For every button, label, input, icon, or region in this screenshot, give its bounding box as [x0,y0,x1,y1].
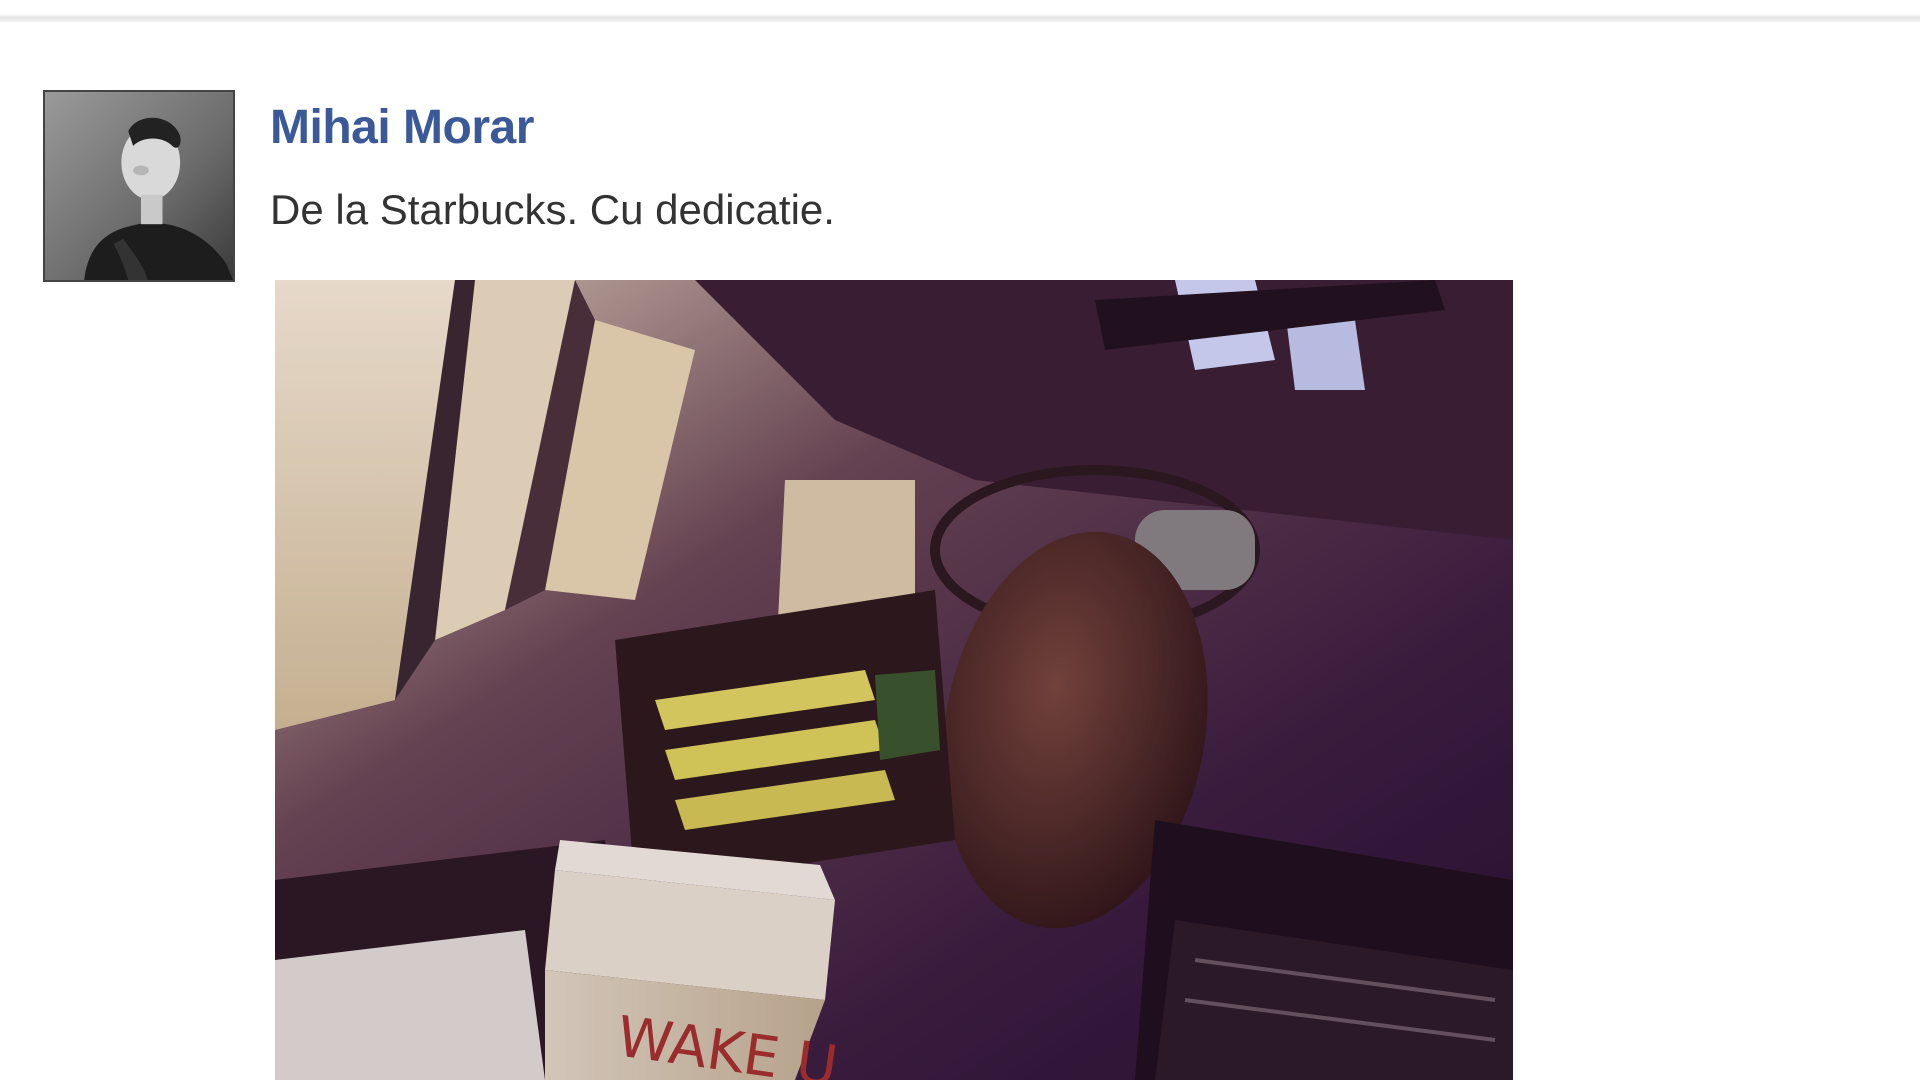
studio-microphone-coffee-photo-icon: WAKE U [275,280,1513,1080]
post-photo[interactable]: WAKE U [275,280,1513,1080]
feed-post: Mihai Morar De la Starbucks. Cu dedicati… [0,0,1920,1080]
author-name-link[interactable]: Mihai Morar [270,100,534,155]
post-message: De la Starbucks. Cu dedicatie. [270,186,835,233]
profile-photo-icon [45,92,233,280]
author-avatar[interactable] [43,90,235,282]
